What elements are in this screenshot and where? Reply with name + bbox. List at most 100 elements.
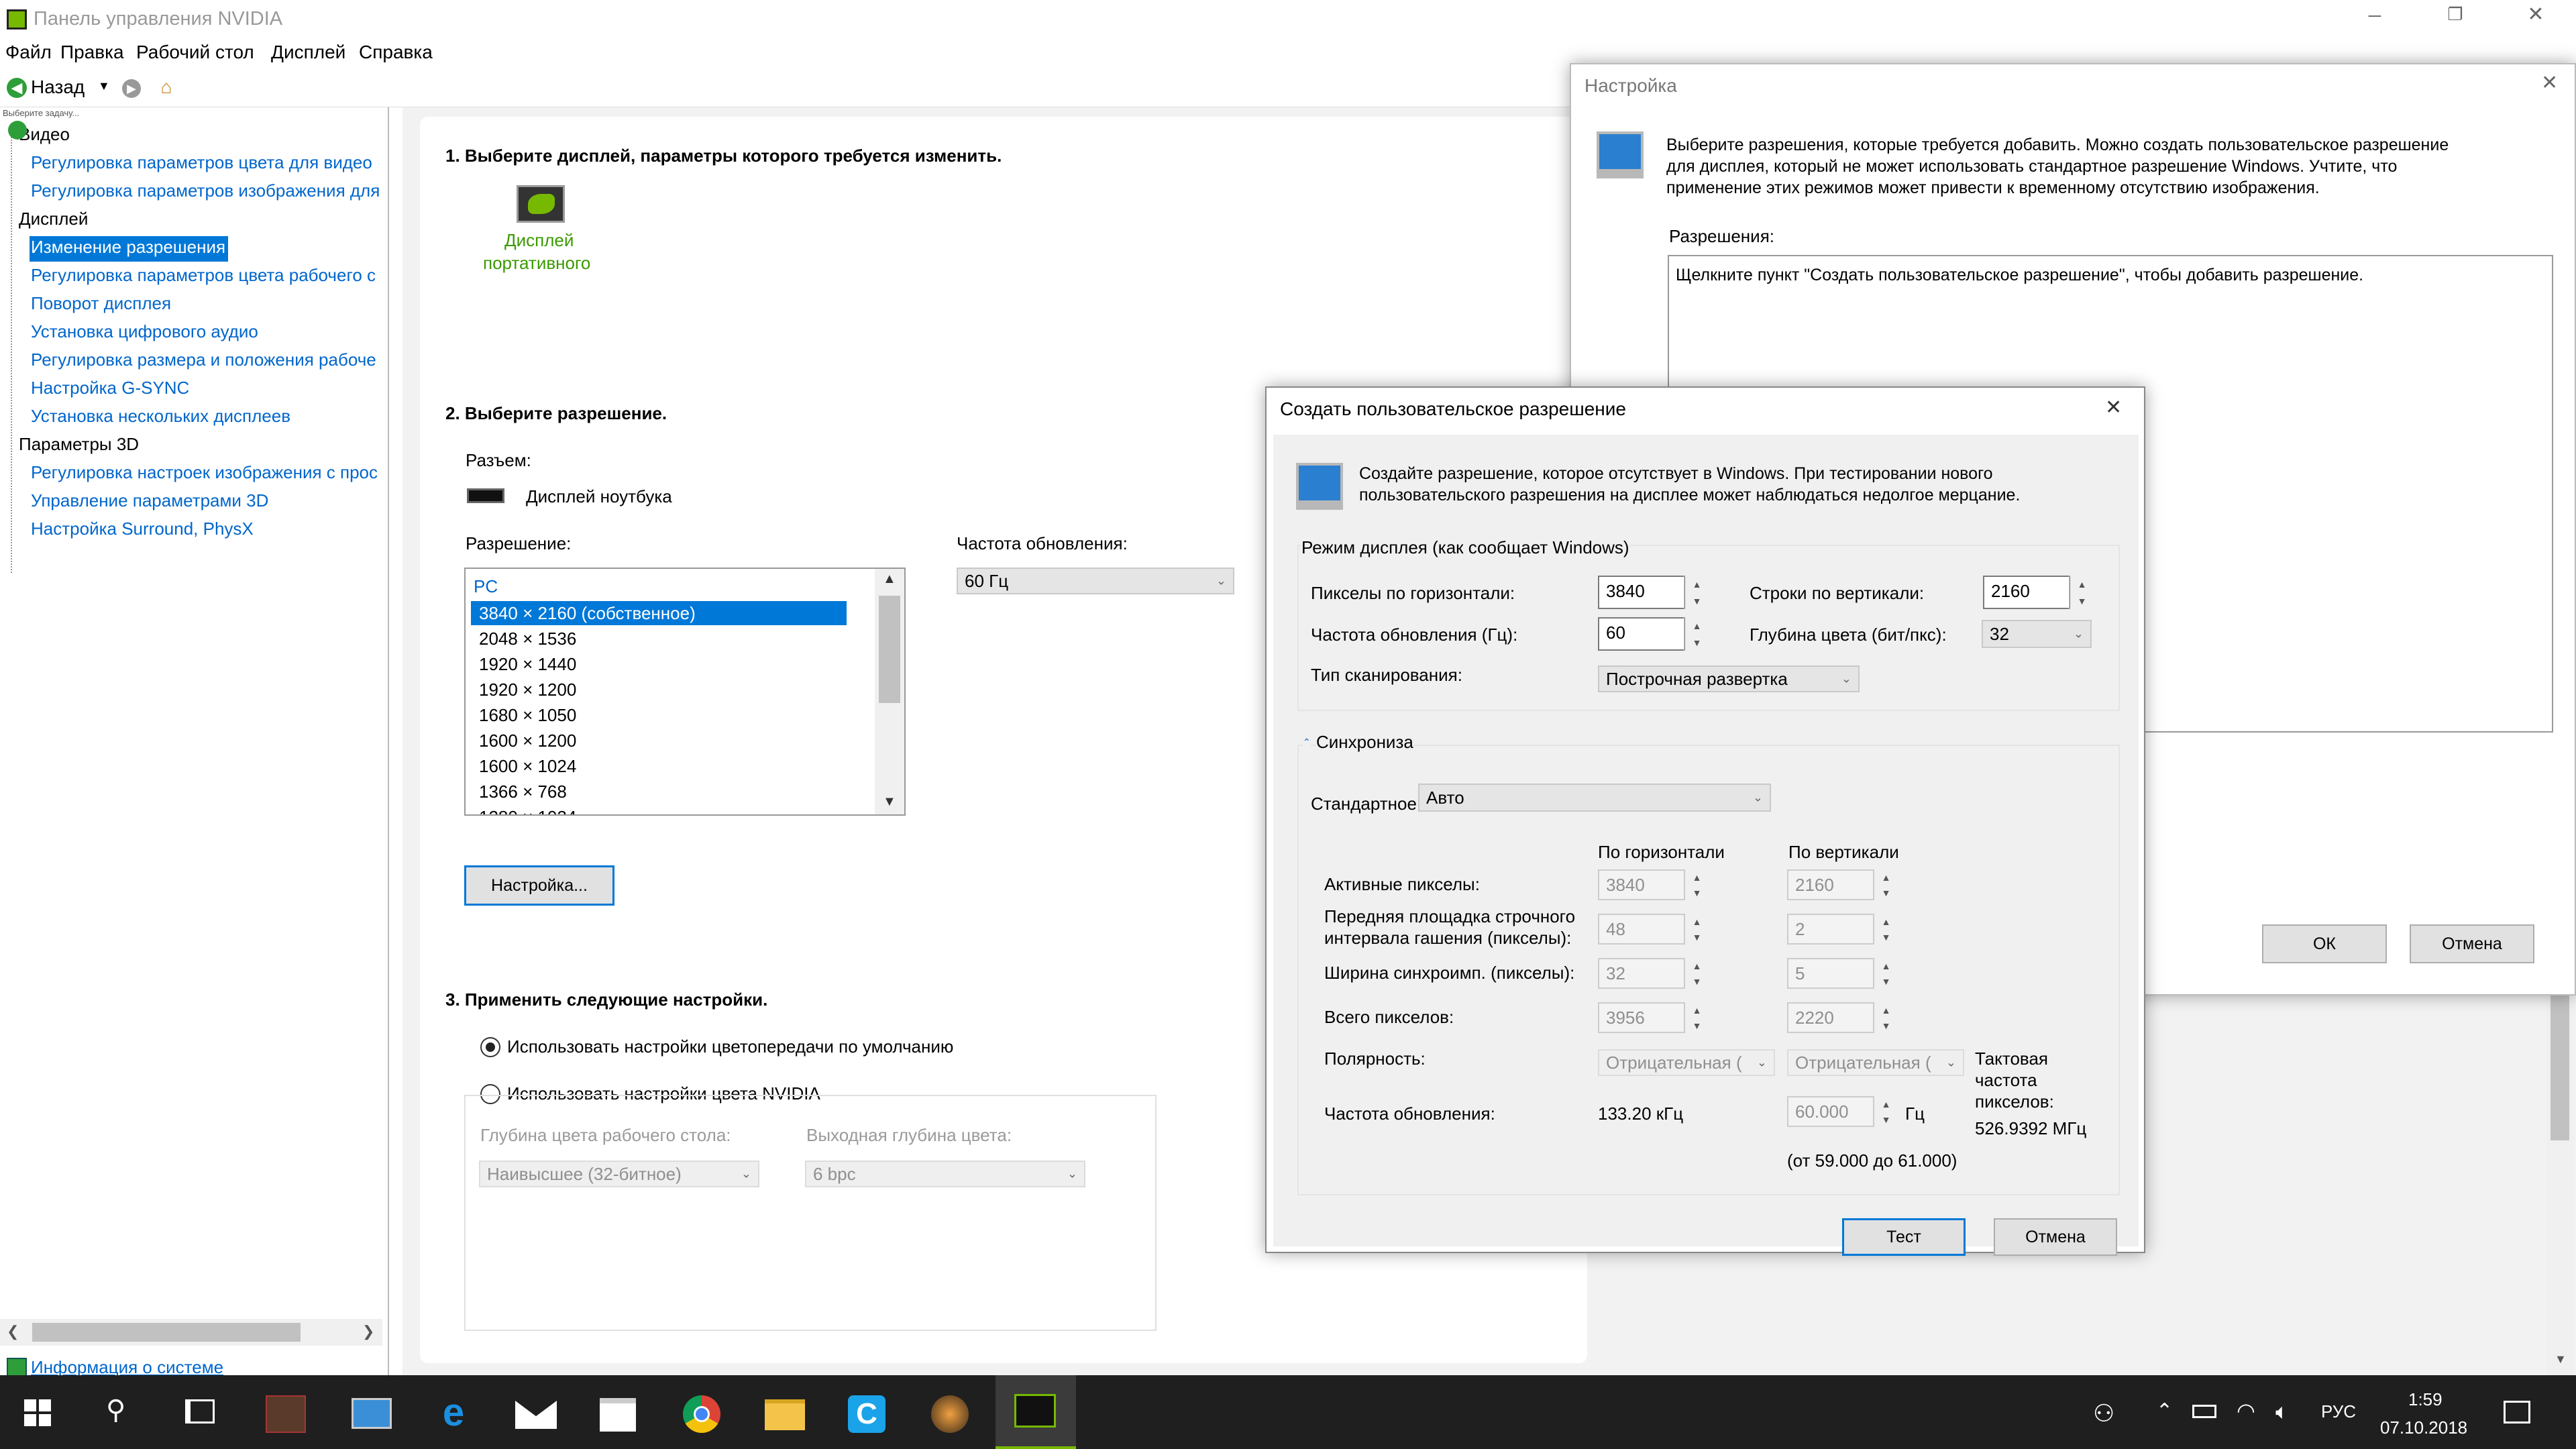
scroll-down-icon[interactable]: ▼: [883, 794, 896, 810]
tree-item-audio[interactable]: Установка цифрового аудио: [31, 321, 258, 342]
ok-button[interactable]: ОК: [2262, 924, 2387, 963]
minimize-button[interactable]: ─: [2355, 5, 2395, 32]
maximize-button[interactable]: ❐: [2435, 4, 2475, 31]
desktop-depth-combo[interactable]: Наивысшее (32-битное) ⌄: [479, 1161, 759, 1187]
game-app-icon[interactable]: [266, 1395, 306, 1433]
volume-icon[interactable]: 🔈︎: [2275, 1399, 2288, 1425]
show-hidden-icons[interactable]: ⌃: [2156, 1399, 2173, 1423]
file-explorer-icon[interactable]: [765, 1399, 805, 1430]
active-v-input[interactable]: 2160: [1787, 869, 1874, 900]
people-icon[interactable]: ⚇: [2093, 1399, 2114, 1428]
menu-edit[interactable]: Правка: [60, 42, 124, 63]
output-depth-combo[interactable]: 6 bpc ⌄: [805, 1161, 1085, 1187]
forward-arrow-icon[interactable]: ▶: [122, 79, 141, 98]
menu-help[interactable]: Справка: [359, 42, 433, 63]
polarity-h-combo[interactable]: Отрицательная ( ⌄: [1598, 1049, 1775, 1076]
back-dropdown-icon[interactable]: ▼: [98, 79, 110, 93]
remote-desktop-icon[interactable]: [352, 1398, 392, 1429]
notification-icon[interactable]: [2504, 1401, 2530, 1424]
sync-v-input[interactable]: 5: [1787, 958, 1874, 989]
display-label-2[interactable]: портативного: [483, 252, 590, 274]
close-icon[interactable]: ✕: [2105, 396, 2122, 419]
timing-label[interactable]: Синхрониза: [1316, 731, 1413, 753]
scroll-thumb[interactable]: [2551, 993, 2569, 1140]
menu-display[interactable]: Дисплей: [271, 42, 345, 63]
tree-item-change-resolution[interactable]: Изменение разрешения: [31, 236, 225, 258]
resolution-item[interactable]: 1280 × 1024: [479, 806, 576, 814]
v-lines-spinner[interactable]: ▲ ▼: [2069, 576, 2094, 609]
resolution-list[interactable]: PC 3840 × 2160 (собственное) 2048 × 1536…: [464, 568, 906, 816]
back-button[interactable]: Назад: [31, 76, 85, 98]
radio-default-color-label[interactable]: Использовать настройки цветопередачи по …: [507, 1036, 953, 1057]
scroll-up-icon[interactable]: ▲: [883, 572, 896, 587]
laptop-display-icon[interactable]: [517, 185, 565, 223]
close-icon[interactable]: ✕: [2541, 71, 2558, 95]
resolution-item[interactable]: 1920 × 1200: [479, 679, 576, 700]
sync-h-spinner[interactable]: ▲ ▼: [1684, 958, 1709, 989]
active-h-input[interactable]: 3840: [1598, 869, 1685, 900]
burst-app-icon[interactable]: [931, 1395, 969, 1433]
wifi-icon[interactable]: ◠: [2237, 1398, 2255, 1424]
customize-button[interactable]: Настройка...: [464, 865, 614, 906]
scan-type-combo[interactable]: Построчная развертка ⌄: [1598, 665, 1860, 692]
clock-time[interactable]: 1:59: [2408, 1389, 2443, 1410]
resolution-item[interactable]: 2048 × 1536: [479, 628, 576, 649]
resolution-item[interactable]: 1600 × 1024: [479, 755, 576, 777]
h-pixels-input[interactable]: 3840: [1598, 576, 1685, 609]
language-indicator[interactable]: РУС: [2321, 1401, 2356, 1422]
refresh-spinner[interactable]: ▲ ▼: [1684, 617, 1709, 651]
battery-icon[interactable]: [2192, 1405, 2216, 1418]
scroll-down-icon[interactable]: ▼: [2555, 1352, 2567, 1366]
ccleaner-icon[interactable]: C: [848, 1395, 885, 1433]
porch-v-spinner[interactable]: ▲ ▼: [1873, 914, 1898, 945]
resolution-item[interactable]: 3840 × 2160 (собственное): [479, 602, 696, 624]
vertical-frequency-input[interactable]: 60.000: [1787, 1096, 1874, 1127]
v-lines-input[interactable]: 2160: [1983, 576, 2070, 609]
resolution-item[interactable]: 1680 × 1050: [479, 704, 576, 726]
tree-item-surround[interactable]: Настройка Surround, PhysX: [31, 518, 254, 539]
resolution-item[interactable]: 1366 × 768: [479, 781, 567, 802]
tree-item-video-image[interactable]: Регулировка параметров изображения для: [31, 180, 380, 201]
refresh-rate-combo[interactable]: 60 Гц ⌄: [957, 568, 1234, 594]
cancel-button[interactable]: Отмена: [1994, 1218, 2117, 1256]
scroll-thumb[interactable]: [32, 1323, 301, 1342]
tree-hscrollbar[interactable]: ❮ ❯: [0, 1319, 382, 1346]
polarity-v-combo[interactable]: Отрицательная ( ⌄: [1787, 1049, 1964, 1076]
chrome-icon[interactable]: [683, 1395, 720, 1433]
tree-group-display[interactable]: Дисплей: [19, 208, 88, 229]
menu-file[interactable]: Файл: [5, 42, 52, 63]
tree-item-video-color[interactable]: Регулировка параметров цвета для видео: [31, 152, 372, 173]
porch-v-input[interactable]: 2: [1787, 914, 1874, 945]
display-label-1[interactable]: Дисплей: [504, 229, 574, 251]
tree-item-desktop-size[interactable]: Регулировка размера и положения рабоче: [31, 349, 376, 370]
vertical-frequency-spinner[interactable]: ▲ ▼: [1873, 1096, 1898, 1127]
total-v-spinner[interactable]: ▲ ▼: [1873, 1002, 1898, 1033]
total-h-spinner[interactable]: ▲ ▼: [1684, 1002, 1709, 1033]
resolution-vscrollbar[interactable]: ▲ ▼: [875, 569, 904, 814]
store-icon[interactable]: [600, 1398, 636, 1432]
content-vscrollbar[interactable]: ▼: [2546, 979, 2573, 1375]
clock-date[interactable]: 07.10.2018: [2380, 1417, 2467, 1438]
tree-item-rotate[interactable]: Поворот дисплея: [31, 292, 171, 314]
h-pixels-spinner[interactable]: ▲ ▼: [1684, 576, 1709, 609]
tree-item-desktop-color[interactable]: Регулировка параметров цвета рабочего с: [31, 264, 376, 286]
windows-start-icon[interactable]: [24, 1399, 51, 1426]
collapse-icon[interactable]: ⌃: [1303, 737, 1311, 748]
color-depth-combo[interactable]: 32 ⌄: [1982, 620, 2092, 648]
back-arrow-icon[interactable]: ◀: [7, 78, 27, 98]
close-window-button[interactable]: ✕: [2516, 3, 2556, 30]
tree-group-video[interactable]: Видео: [19, 123, 70, 145]
active-h-spinner[interactable]: ▲ ▼: [1684, 869, 1709, 900]
mail-icon[interactable]: [515, 1401, 557, 1429]
sync-v-spinner[interactable]: ▲ ▼: [1873, 958, 1898, 989]
task-view-icon[interactable]: [185, 1399, 215, 1424]
scroll-thumb[interactable]: [879, 596, 900, 703]
cancel-button[interactable]: Отмена: [2410, 924, 2534, 963]
sync-h-input[interactable]: 32: [1598, 958, 1685, 989]
tree-item-3d-manage[interactable]: Управление параметрами 3D: [31, 490, 268, 511]
tree-group-3d[interactable]: Параметры 3D: [19, 433, 139, 455]
refresh-input[interactable]: 60: [1598, 617, 1685, 651]
total-h-input[interactable]: 3956: [1598, 1002, 1685, 1033]
menu-desktop[interactable]: Рабочий стол: [136, 42, 254, 63]
standard-combo[interactable]: Авто ⌄: [1418, 784, 1771, 812]
